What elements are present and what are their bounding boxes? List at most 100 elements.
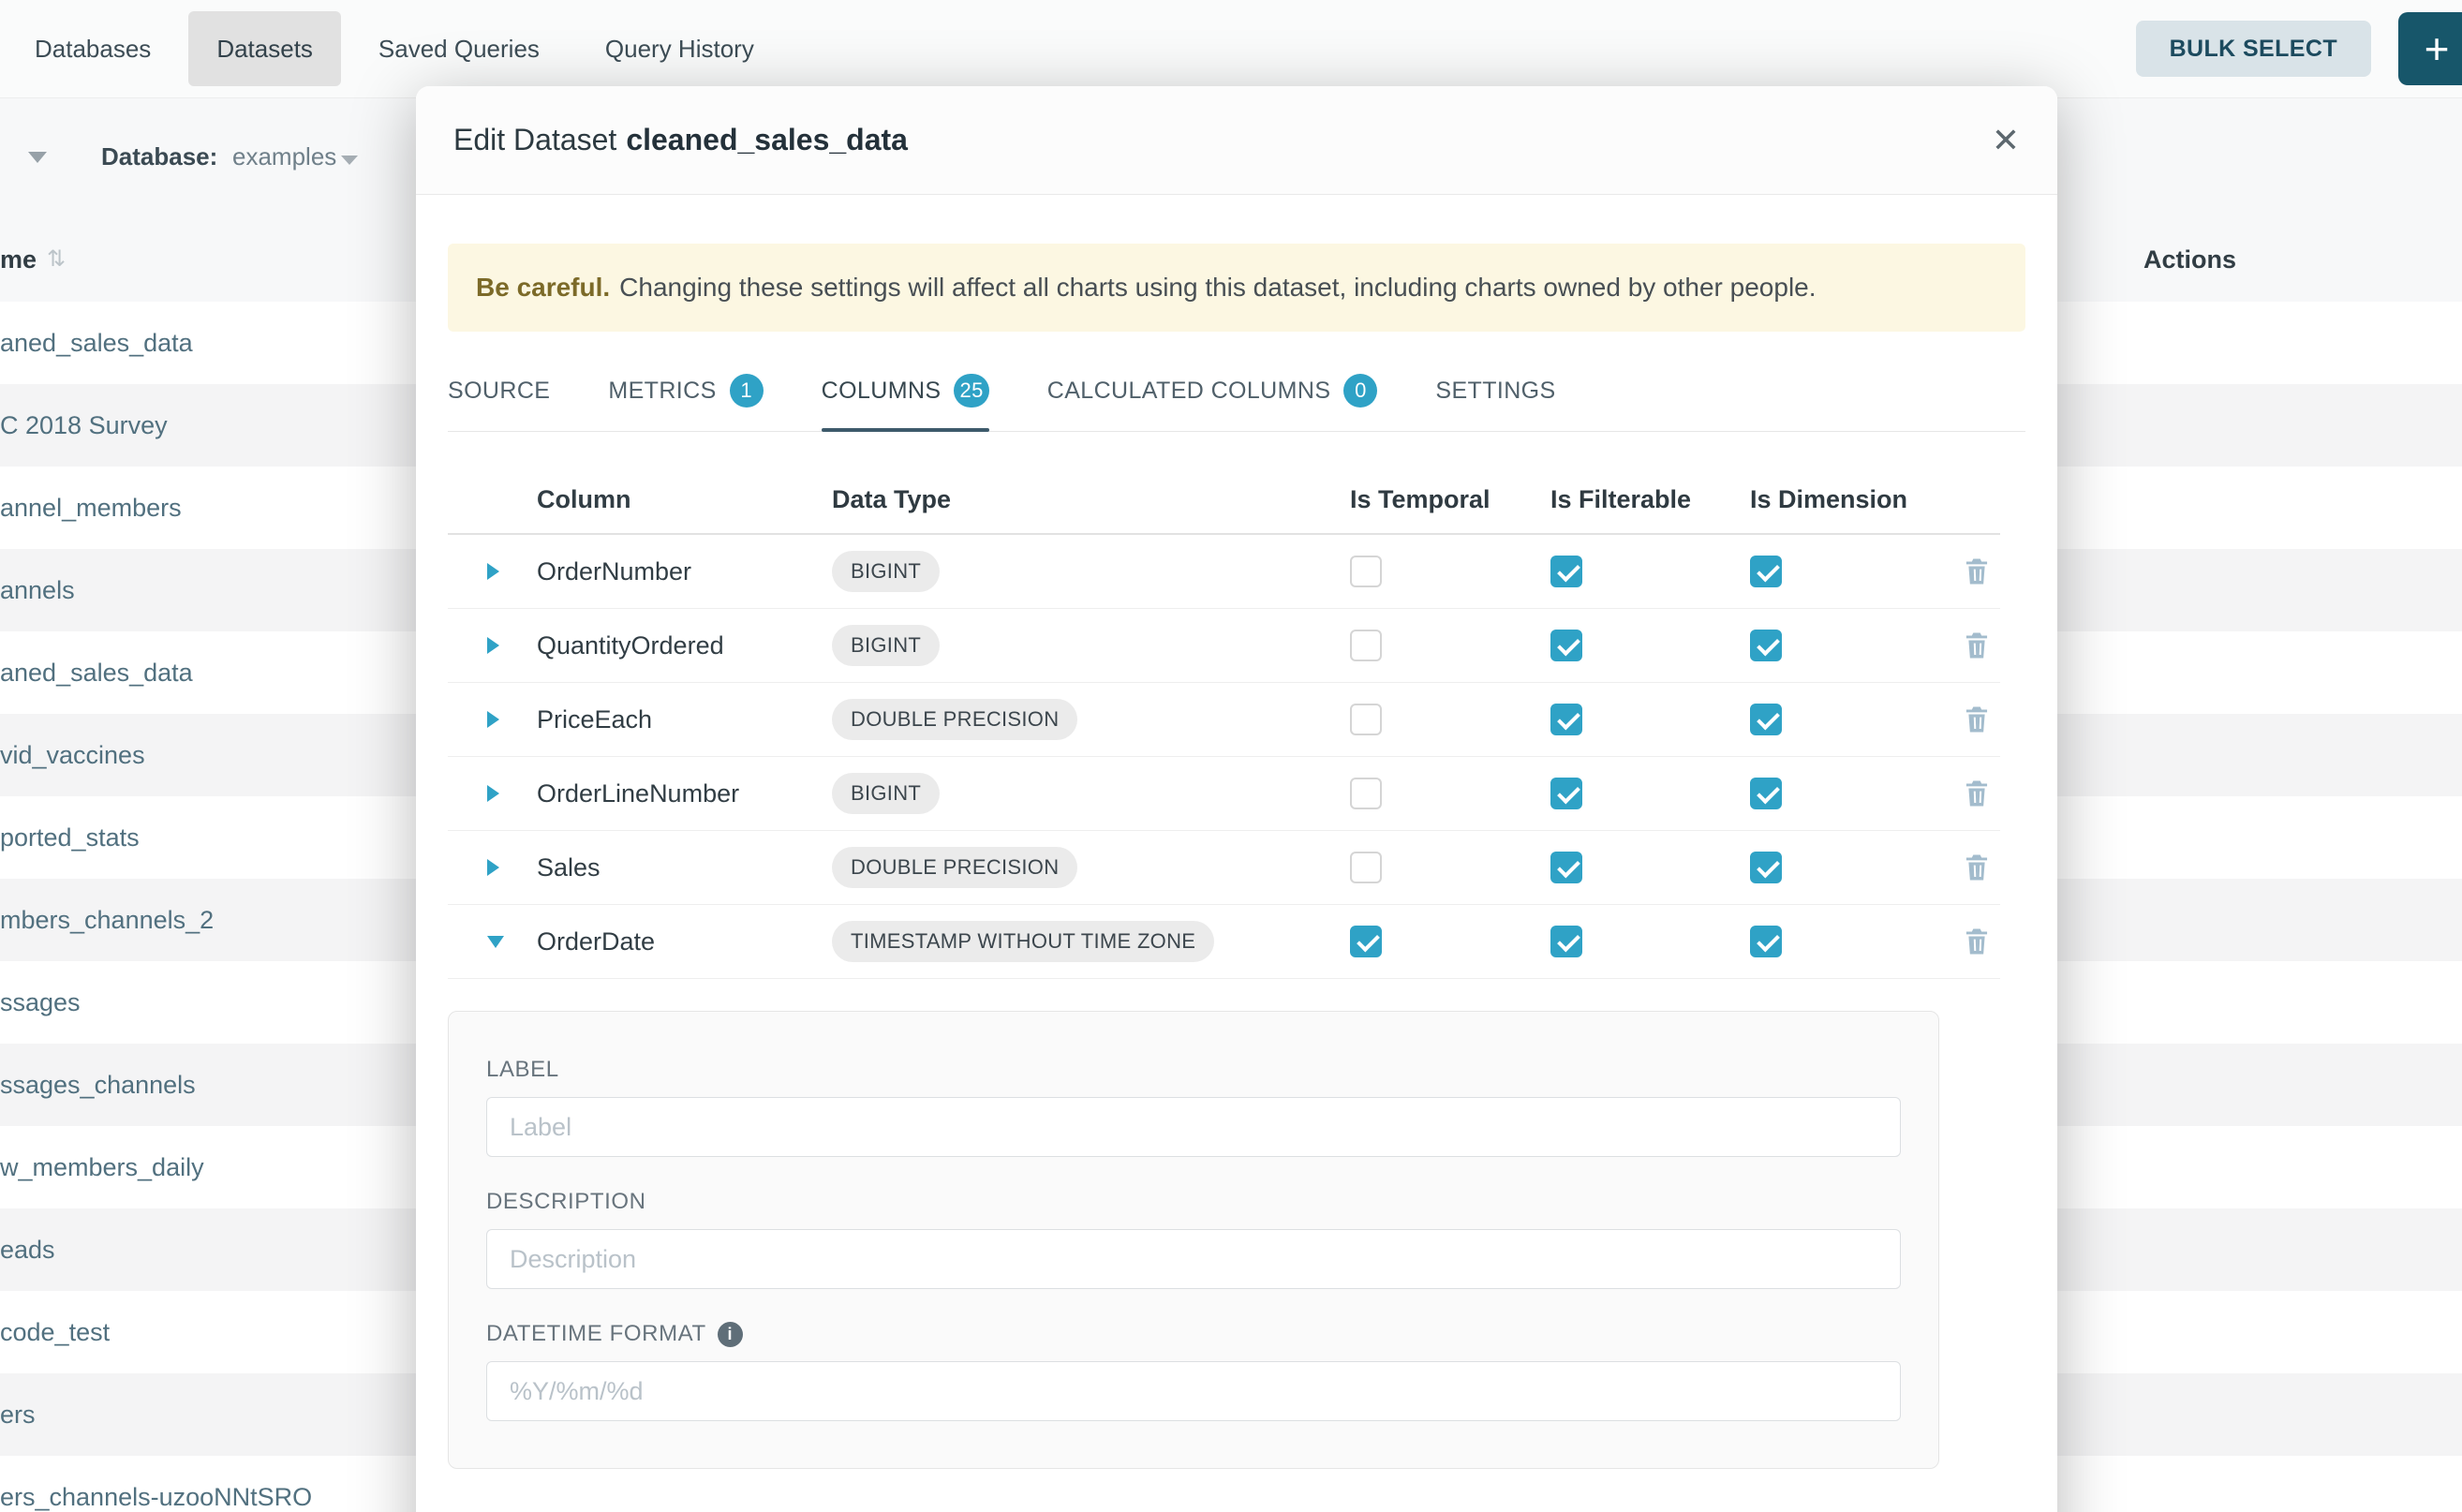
bulk-select-button[interactable]: BULK SELECT	[2136, 21, 2371, 77]
delete-column-icon[interactable]	[1963, 630, 1991, 660]
tab-calculated-columns[interactable]: CALCULATED COLUMNS0	[1047, 350, 1378, 431]
header-is-filterable: Is Filterable	[1538, 485, 1738, 514]
expand-caret-icon[interactable]	[487, 563, 499, 580]
delete-column-icon[interactable]	[1963, 852, 1991, 882]
dataset-link[interactable]: aned_sales_data	[0, 659, 193, 688]
delete-column-icon[interactable]	[1963, 704, 1991, 734]
dataset-link[interactable]: mbers_channels_2	[0, 906, 214, 935]
expand-caret-icon[interactable]	[487, 711, 499, 728]
nav-item-query-history[interactable]: Query History	[577, 11, 782, 86]
is-filterable-checkbox[interactable]	[1550, 778, 1582, 809]
is-filterable-checkbox[interactable]	[1550, 926, 1582, 957]
close-icon[interactable]: ✕	[1992, 124, 2020, 157]
modal-tabs: SOURCE METRICS1 COLUMNS 25 CALCULATED COLUMN…	[448, 350, 2025, 432]
dataset-link[interactable]: w_members_daily	[0, 1153, 204, 1182]
column-name: OrderNumber	[537, 557, 832, 586]
tab-label: SOURCE	[448, 378, 550, 405]
modal-body: Be careful. Changing these settings will…	[416, 244, 2057, 1506]
column-name: OrderLineNumber	[537, 779, 832, 808]
header-data-type: Data Type	[832, 485, 1338, 514]
is-temporal-checkbox[interactable]	[1350, 630, 1382, 661]
is-dimension-checkbox[interactable]	[1750, 778, 1782, 809]
delete-column-icon[interactable]	[1963, 926, 1991, 956]
is-filterable-checkbox[interactable]	[1550, 852, 1582, 883]
column-name: QuantityOrdered	[537, 631, 832, 660]
add-button[interactable]: +	[2398, 12, 2462, 85]
dataset-link[interactable]: C 2018 Survey	[0, 411, 168, 440]
database-filter-value[interactable]: examples	[232, 142, 336, 171]
dataset-link[interactable]: ssages	[0, 988, 81, 1017]
description-field: DESCRIPTION	[486, 1189, 1901, 1289]
tab-columns[interactable]: COLUMNS 25	[822, 350, 989, 431]
dataset-link[interactable]: eads	[0, 1236, 55, 1265]
expand-caret-icon[interactable]	[487, 785, 499, 802]
delete-column-icon[interactable]	[1963, 556, 1991, 586]
is-filterable-checkbox[interactable]	[1550, 630, 1582, 661]
column-row: OrderLineNumberBIGINT	[448, 757, 2000, 831]
expand-caret-icon[interactable]	[487, 859, 499, 876]
label-field-label: LABEL	[486, 1057, 1901, 1083]
info-icon[interactable]	[718, 1322, 743, 1347]
is-temporal-checkbox[interactable]	[1350, 556, 1382, 587]
description-field-label: DESCRIPTION	[486, 1189, 1901, 1215]
is-dimension-checkbox[interactable]	[1750, 704, 1782, 735]
sort-icon[interactable]	[47, 245, 66, 273]
expand-caret-icon[interactable]	[487, 637, 499, 654]
dataset-link[interactable]: aned_sales_data	[0, 329, 193, 358]
column-row: QuantityOrderedBIGINT	[448, 609, 2000, 683]
is-dimension-checkbox[interactable]	[1750, 556, 1782, 587]
column-row: OrderDateTIMESTAMP WITHOUT TIME ZONE	[448, 905, 2000, 979]
nav-item-saved-queries[interactable]: Saved Queries	[350, 11, 568, 86]
is-temporal-checkbox[interactable]	[1350, 926, 1382, 957]
is-dimension-checkbox[interactable]	[1750, 630, 1782, 661]
data-type-pill: DOUBLE PRECISION	[832, 847, 1077, 888]
dataset-link[interactable]: ssages_channels	[0, 1071, 196, 1100]
data-type-pill: TIMESTAMP WITHOUT TIME ZONE	[832, 921, 1214, 962]
is-filterable-checkbox[interactable]	[1550, 704, 1582, 735]
modal-header: Edit Datasetcleaned_sales_data ✕	[416, 86, 2057, 195]
dataset-link[interactable]: annels	[0, 576, 75, 605]
is-temporal-checkbox[interactable]	[1350, 704, 1382, 735]
modal-title-prefix: Edit Dataset	[453, 123, 616, 156]
datetime-format-label-text: DATETIME FORMAT	[486, 1321, 706, 1347]
column-name: OrderDate	[537, 927, 832, 956]
tab-label: COLUMNS	[822, 378, 942, 405]
is-filterable-checkbox[interactable]	[1550, 556, 1582, 587]
warning-banner: Be careful. Changing these settings will…	[448, 244, 2025, 332]
column-row: OrderNumberBIGINT	[448, 535, 2000, 609]
dataset-link[interactable]: annel_members	[0, 494, 182, 523]
dataset-link[interactable]: ers	[0, 1401, 36, 1430]
label-input[interactable]	[486, 1097, 1901, 1157]
is-temporal-checkbox[interactable]	[1350, 778, 1382, 809]
dataset-link[interactable]: vid_vaccines	[0, 741, 145, 770]
delete-column-icon[interactable]	[1963, 778, 1991, 808]
nav-item-datasets[interactable]: Datasets	[188, 11, 341, 86]
columns-table-body: OrderNumberBIGINTQuantityOrderedBIGINT Pr…	[448, 535, 2000, 979]
column-row: SalesDOUBLE PRECISION	[448, 831, 2000, 905]
label-field-label-text: LABEL	[486, 1057, 559, 1083]
dataset-link[interactable]: code_test	[0, 1318, 110, 1347]
column-name: Sales	[537, 853, 832, 882]
description-input[interactable]	[486, 1229, 1901, 1289]
expand-caret-icon[interactable]	[487, 936, 504, 948]
is-dimension-checkbox[interactable]	[1750, 926, 1782, 957]
dataset-link[interactable]: ers_channels-uzooNNtSRO	[0, 1483, 312, 1512]
tab-metrics[interactable]: METRICS1	[608, 350, 763, 431]
is-temporal-checkbox[interactable]	[1350, 852, 1382, 883]
tab-label: SETTINGS	[1435, 378, 1555, 405]
description-field-label-text: DESCRIPTION	[486, 1189, 646, 1215]
column-name: PriceEach	[537, 705, 832, 734]
tab-settings[interactable]: SETTINGS	[1435, 350, 1555, 431]
name-column-header[interactable]: me	[0, 245, 37, 274]
datetime-format-input[interactable]	[486, 1361, 1901, 1421]
tab-label: METRICS	[608, 378, 716, 405]
is-dimension-checkbox[interactable]	[1750, 852, 1782, 883]
columns-table: Column Data Type Is Temporal Is Filterab…	[448, 466, 2000, 979]
nav-item-databases[interactable]: Databases	[7, 11, 179, 86]
dataset-link[interactable]: ported_stats	[0, 823, 140, 852]
chevron-down-icon[interactable]	[341, 156, 358, 165]
tab-source[interactable]: SOURCE	[448, 350, 550, 431]
tab-count-badge: 25	[954, 374, 988, 408]
column-detail-panel: LABEL DESCRIPTION DATETIME FORMAT	[448, 1011, 1939, 1469]
collapse-caret-icon[interactable]	[28, 152, 47, 163]
